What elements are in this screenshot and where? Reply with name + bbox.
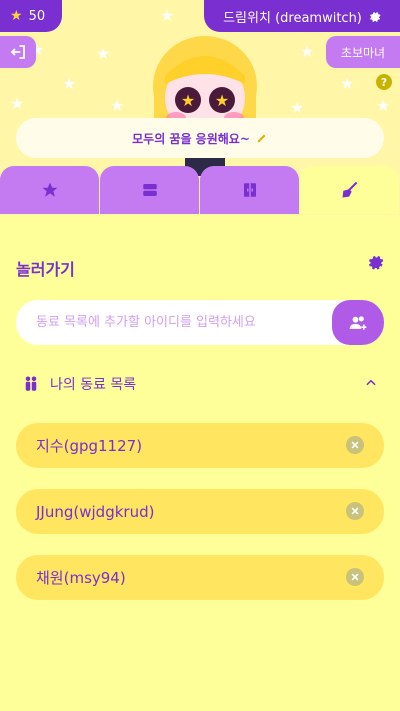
gear-icon[interactable]	[366, 253, 384, 271]
broom-icon	[342, 181, 357, 198]
status-text: 모두의 꿈을 응원해요~	[132, 131, 250, 146]
help-icon[interactable]: ?	[376, 74, 392, 90]
background-star-icon: ★	[110, 96, 125, 115]
close-icon	[351, 573, 359, 581]
friend-search	[16, 300, 384, 345]
friend-id-input[interactable]	[16, 300, 334, 345]
friend-list-title: 나의 동료 목록	[50, 377, 137, 393]
svg-text:★: ★	[181, 91, 195, 110]
friend-list-item[interactable]: JJung(wjdgkrud)	[16, 489, 384, 534]
star-icon	[42, 182, 57, 197]
rank-badge: 초보마녀	[326, 36, 400, 68]
tab-closet[interactable]	[200, 166, 299, 214]
background-star-icon: ★	[96, 44, 111, 63]
close-icon	[351, 507, 359, 515]
pencil-icon[interactable]	[256, 132, 268, 144]
friend-list-item[interactable]: 지수(gpg1127)	[16, 423, 384, 468]
svg-text:★: ★	[215, 91, 229, 110]
coin-badge: ★ 50	[0, 0, 62, 32]
background-star-icon: ★	[10, 94, 25, 113]
background-star-icon: ★	[340, 74, 355, 93]
background-star-icon: ★	[290, 98, 305, 117]
help-glyph: ?	[380, 75, 388, 89]
add-user-icon	[349, 315, 367, 330]
friend-name: 채원(msy94)	[36, 569, 126, 587]
background-star-icon: ★	[376, 96, 391, 115]
background-star-icon: ★	[160, 6, 175, 25]
friend-name: JJung(wjdgkrud)	[36, 502, 155, 521]
gear-icon[interactable]	[368, 10, 381, 23]
remove-friend-icon[interactable]	[346, 568, 364, 586]
status-message[interactable]: 모두의 꿈을 응원해요~	[16, 118, 384, 158]
tab-broom[interactable]	[300, 166, 399, 214]
card-icon	[142, 184, 157, 196]
exit-button[interactable]	[0, 36, 36, 68]
friend-list-item[interactable]: 채원(msy94)	[16, 555, 384, 600]
remove-friend-icon[interactable]	[346, 436, 364, 454]
coin-count: 50	[28, 8, 46, 24]
friend-name: 지수(gpg1127)	[36, 437, 143, 455]
user-name-badge[interactable]: 드림위치 (dreamwitch)	[204, 0, 400, 32]
star-icon: ★	[10, 8, 23, 24]
people-icon	[25, 376, 37, 391]
add-friend-button[interactable]	[332, 300, 384, 345]
friend-list-header[interactable]: 나의 동료 목록	[22, 374, 378, 394]
tab-star[interactable]	[0, 166, 99, 214]
background-star-icon: ★	[300, 42, 315, 61]
remove-friend-icon[interactable]	[346, 502, 364, 520]
rank-label: 초보마녀	[340, 45, 386, 60]
chevron-up-icon[interactable]	[364, 376, 378, 390]
exit-icon	[10, 45, 25, 59]
closet-icon	[243, 183, 256, 197]
close-icon	[351, 441, 359, 449]
user-name: 드림위치 (dreamwitch)	[223, 10, 362, 26]
tab-card[interactable]	[100, 166, 199, 214]
profile-tabs	[0, 166, 400, 214]
section-title: 놀러가기	[16, 260, 75, 279]
background-star-icon: ★	[62, 74, 77, 93]
